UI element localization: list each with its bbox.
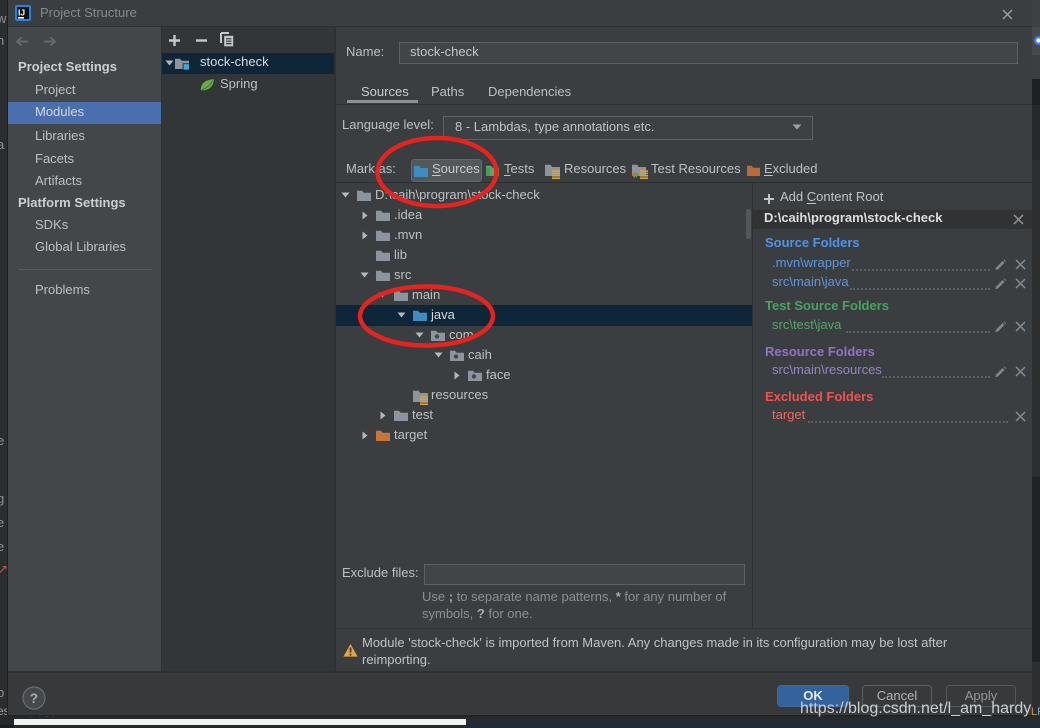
- svg-text:?: ?: [30, 691, 38, 706]
- svg-text:IJ: IJ: [18, 8, 25, 18]
